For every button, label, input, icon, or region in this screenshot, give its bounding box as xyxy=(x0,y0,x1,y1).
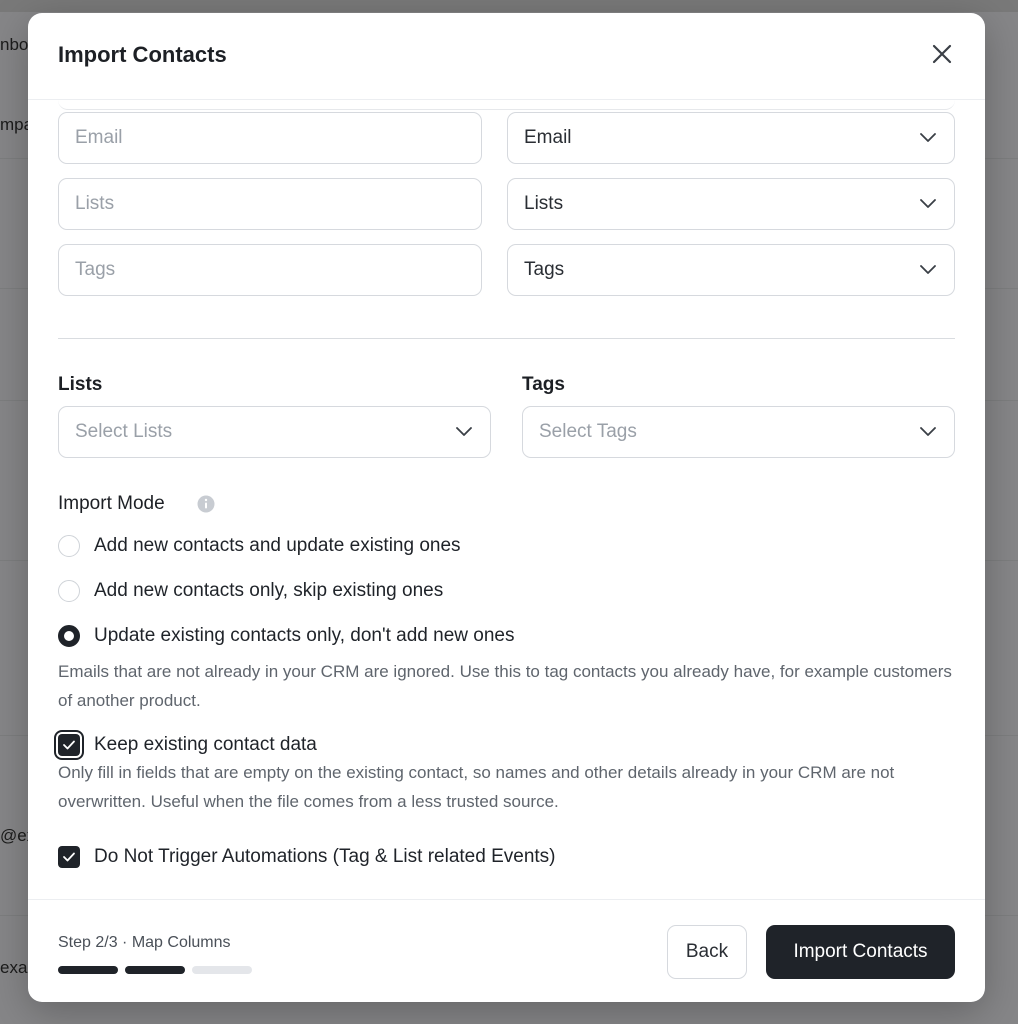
close-icon xyxy=(932,44,952,64)
import-mode-option-label[interactable]: Update existing contacts only, don't add… xyxy=(94,625,515,647)
step-indicator-text: Step 2/3 · Map Columns xyxy=(58,934,231,951)
keep-existing-data-label[interactable]: Keep existing contact data xyxy=(94,734,317,756)
lists-select-placeholder: Select Lists xyxy=(75,421,173,442)
chevron-down-icon xyxy=(920,265,936,274)
target-field-select-tags[interactable]: Tags xyxy=(507,244,955,296)
lists-select[interactable]: Select Lists xyxy=(58,406,491,458)
import-mode-radio-add-update[interactable] xyxy=(58,535,80,557)
progress-segment-3 xyxy=(192,966,252,974)
close-button[interactable] xyxy=(929,41,955,67)
progress-segment-2 xyxy=(125,966,185,974)
keep-existing-data-checkbox[interactable] xyxy=(58,734,80,756)
lists-label: Lists xyxy=(58,374,103,395)
import-mode-radio-add-only[interactable] xyxy=(58,580,80,602)
chevron-down-icon xyxy=(920,199,936,208)
tags-select[interactable]: Select Tags xyxy=(522,406,955,458)
import-mode-radio-update-only[interactable] xyxy=(58,625,80,647)
info-icon[interactable] xyxy=(197,495,215,513)
section-divider xyxy=(58,338,955,339)
chevron-down-icon xyxy=(920,427,936,436)
import-contacts-modal: Import Contacts Email Email Lists Lists … xyxy=(28,13,985,1002)
no-automations-checkbox[interactable] xyxy=(58,846,80,868)
target-field-value: Lists xyxy=(524,193,564,214)
chevron-down-icon xyxy=(456,427,472,436)
chevron-down-icon xyxy=(920,133,936,142)
tags-select-placeholder: Select Tags xyxy=(539,421,637,442)
source-column-email[interactable]: Email xyxy=(58,112,482,164)
source-column-lists[interactable]: Lists xyxy=(58,178,482,230)
target-field-select-email[interactable]: Email xyxy=(507,112,955,164)
modal-footer: Step 2/3 · Map Columns Back Import Conta… xyxy=(28,899,985,1002)
check-icon xyxy=(63,740,75,750)
import-mode-help-text: Emails that are not already in your CRM … xyxy=(58,662,952,710)
target-field-value: Tags xyxy=(524,259,565,280)
no-automations-label[interactable]: Do Not Trigger Automations (Tag & List r… xyxy=(94,846,556,868)
progress-segment-1 xyxy=(58,966,118,974)
import-mode-option-label[interactable]: Add new contacts and update existing one… xyxy=(94,535,461,557)
modal-title: Import Contacts xyxy=(58,42,227,67)
source-column-tags[interactable]: Tags xyxy=(58,244,482,296)
target-field-select-lists[interactable]: Lists xyxy=(507,178,955,230)
scroll-edge xyxy=(58,99,955,110)
back-button[interactable]: Back xyxy=(667,925,747,979)
check-icon xyxy=(63,852,75,862)
step-progress xyxy=(58,966,252,974)
keep-existing-data-help-text: Only fill in fields that are empty on th… xyxy=(58,763,895,811)
modal-header: Import Contacts xyxy=(28,13,985,100)
import-mode-label: Import Mode xyxy=(58,493,165,514)
target-field-value: Email xyxy=(524,127,572,148)
import-contacts-button[interactable]: Import Contacts xyxy=(766,925,955,979)
import-mode-option-label[interactable]: Add new contacts only, skip existing one… xyxy=(94,580,443,602)
tags-label: Tags xyxy=(522,374,565,395)
